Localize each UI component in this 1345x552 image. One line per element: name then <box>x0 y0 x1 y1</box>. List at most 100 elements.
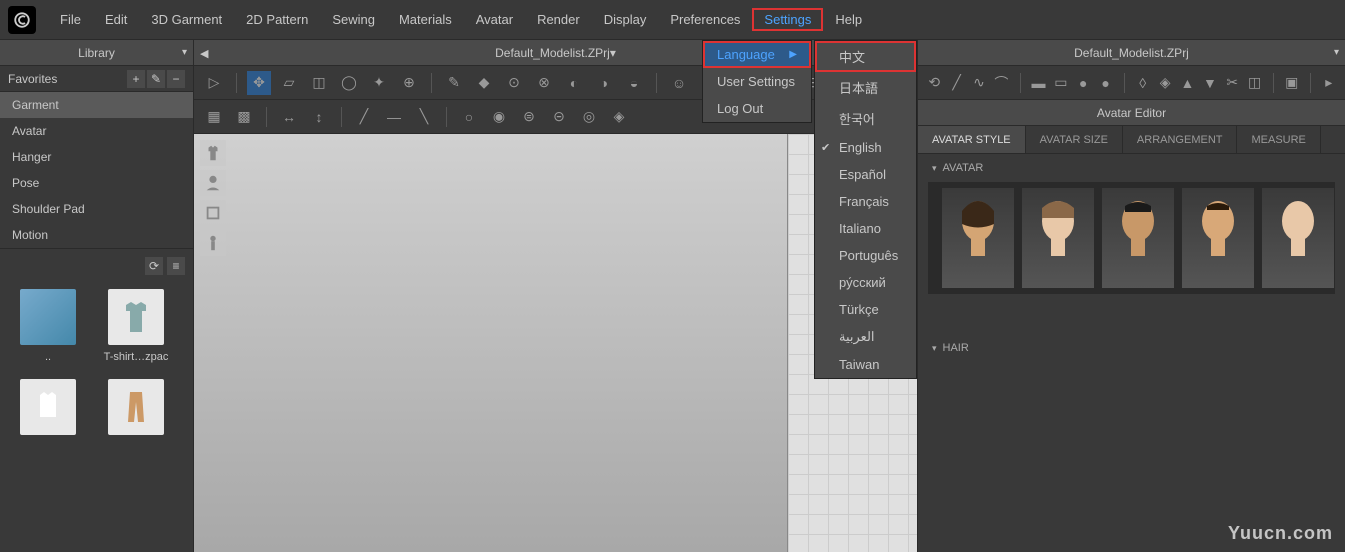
add-point-icon[interactable]: ◆ <box>472 71 496 95</box>
fav-motion[interactable]: Motion <box>0 222 193 248</box>
remove-favorite-button[interactable]: − <box>167 70 185 88</box>
tab-measure[interactable]: MEASURE <box>1237 126 1320 153</box>
lang-italian[interactable]: Italiano <box>815 215 916 242</box>
avatar-display-icon[interactable]: ☺ <box>667 71 691 95</box>
fav-hanger[interactable]: Hanger <box>0 144 193 170</box>
menu-render[interactable]: Render <box>525 8 592 31</box>
edit-point-icon[interactable]: ✎ <box>442 71 466 95</box>
chevron-down-icon[interactable]: ▾ <box>182 47 187 58</box>
menu-help[interactable]: Help <box>823 8 874 31</box>
list-view-button[interactable]: ≡ <box>167 257 185 275</box>
box-select-icon[interactable]: ◫ <box>307 71 331 95</box>
avatar-preset-5[interactable] <box>1262 188 1334 288</box>
menu-avatar[interactable]: Avatar <box>464 8 525 31</box>
fav-avatar[interactable]: Avatar <box>0 118 193 144</box>
texture-thick-icon[interactable]: ▩ <box>232 105 256 129</box>
line-3-icon[interactable]: ╲ <box>412 105 436 129</box>
attach-icon[interactable]: ⊗ <box>532 71 556 95</box>
flatten-icon[interactable]: ↕ <box>307 105 331 129</box>
lang-english[interactable]: ✔English <box>815 134 916 161</box>
menu-3d-garment[interactable]: 3D Garment <box>139 8 234 31</box>
collapse-icon[interactable]: ↔ <box>277 105 301 129</box>
lang-japanese[interactable]: 日本語 <box>815 72 916 103</box>
tab-avatar-style[interactable]: AVATAR STYLE <box>918 126 1026 153</box>
lang-korean[interactable]: 한국어 <box>815 103 916 134</box>
show-bones-icon[interactable] <box>200 230 226 256</box>
texture-surface-icon[interactable]: ▦ <box>202 105 226 129</box>
show-internal-icon[interactable] <box>200 200 226 226</box>
rt-point-icon[interactable]: ◊ <box>1135 71 1151 95</box>
lang-french[interactable]: Français <box>815 188 916 215</box>
tack-icon[interactable]: ⊙ <box>502 71 526 95</box>
rt-folder-icon[interactable]: ▬ <box>1030 71 1046 95</box>
steam-icon[interactable]: ◒ <box>622 71 646 95</box>
rt-arc-icon[interactable]: ⌒ <box>993 71 1009 95</box>
edit-favorite-button[interactable]: ✎ <box>147 70 165 88</box>
fav-shoulder-pad[interactable]: Shoulder Pad <box>0 196 193 222</box>
section-hair[interactable]: HAIR <box>918 334 1345 362</box>
thumb-tshirt[interactable]: T-shirt…zpac <box>100 289 172 363</box>
fav-pose[interactable]: Pose <box>0 170 193 196</box>
rt-circle1-icon[interactable]: ● <box>1075 71 1091 95</box>
viewport-3d[interactable] <box>194 134 787 552</box>
section-avatar[interactable]: AVATAR <box>918 154 1345 182</box>
topstitch-icon[interactable]: ⊝ <box>547 105 571 129</box>
menu-preferences[interactable]: Preferences <box>658 8 752 31</box>
rt-notch-icon[interactable]: ▲ <box>1179 71 1195 95</box>
button-tool-icon[interactable]: ○ <box>457 105 481 129</box>
thumb-folder-up[interactable]: .. <box>12 289 84 363</box>
line-1-icon[interactable]: ╱ <box>352 105 376 129</box>
rt-sync-icon[interactable]: ⟲ <box>926 71 942 95</box>
thumb-pants[interactable] <box>100 379 172 441</box>
rt-more-icon[interactable]: ▸ <box>1321 71 1337 95</box>
refresh-button[interactable]: ⟳ <box>145 257 163 275</box>
menu-materials[interactable]: Materials <box>387 8 464 31</box>
back-icon[interactable]: ◀ <box>200 48 208 60</box>
settings-user-settings[interactable]: User Settings <box>703 68 811 95</box>
chevron-down-icon[interactable]: ▾ <box>1334 47 1339 58</box>
app-logo[interactable] <box>8 6 36 34</box>
tab-avatar-size[interactable]: AVATAR SIZE <box>1026 126 1123 153</box>
rt-snapshot-icon[interactable]: ▣ <box>1284 71 1300 95</box>
lang-arabic[interactable]: العربية <box>815 323 916 351</box>
rt-trace-icon[interactable]: ◫ <box>1246 71 1262 95</box>
rt-curve-icon[interactable]: ∿ <box>971 71 987 95</box>
fold-icon[interactable]: ◐ <box>562 71 586 95</box>
menu-settings[interactable]: Settings <box>752 8 823 31</box>
settings-log-out[interactable]: Log Out <box>703 95 811 122</box>
piping-icon[interactable]: ◎ <box>577 105 601 129</box>
rt-dart-icon[interactable]: ◈ <box>1157 71 1173 95</box>
pin-icon[interactable]: ✦ <box>367 71 391 95</box>
show-avatar-icon[interactable] <box>200 170 226 196</box>
gizmo-icon[interactable]: ⊕ <box>397 71 421 95</box>
rt-cut-icon[interactable]: ✂ <box>1224 71 1240 95</box>
rt-rect-icon[interactable]: ▭ <box>1053 71 1069 95</box>
menu-sewing[interactable]: Sewing <box>320 8 387 31</box>
lang-turkish[interactable]: Türkçe <box>815 296 916 323</box>
avatar-preset-1[interactable] <box>942 188 1014 288</box>
zipper-icon[interactable]: ⊜ <box>517 105 541 129</box>
thumb-top[interactable] <box>12 379 84 441</box>
rt-line-icon[interactable]: ╱ <box>948 71 964 95</box>
lang-russian[interactable]: ру́сский <box>815 269 916 296</box>
lang-chinese[interactable]: 中文 <box>815 41 916 72</box>
menu-display[interactable]: Display <box>592 8 659 31</box>
menu-file[interactable]: File <box>48 8 93 31</box>
lasso-icon[interactable]: ◯ <box>337 71 361 95</box>
smooth-icon[interactable]: ◑ <box>592 71 616 95</box>
settings-language[interactable]: Language ▶ <box>703 41 811 68</box>
line-2-icon[interactable]: — <box>382 105 406 129</box>
rt-seam-icon[interactable]: ▼ <box>1202 71 1218 95</box>
select-mesh-icon[interactable]: ▱ <box>277 71 301 95</box>
lang-spanish[interactable]: Español <box>815 161 916 188</box>
rt-circle2-icon[interactable]: ● <box>1097 71 1113 95</box>
menu-2d-pattern[interactable]: 2D Pattern <box>234 8 320 31</box>
select-move-icon[interactable]: ✥ <box>247 71 271 95</box>
add-favorite-button[interactable]: + <box>127 70 145 88</box>
tab-arrangement[interactable]: ARRANGEMENT <box>1123 126 1238 153</box>
fav-garment[interactable]: Garment <box>0 92 193 118</box>
chevron-down-icon[interactable]: ▾ <box>610 46 616 60</box>
avatar-preset-4[interactable] <box>1182 188 1254 288</box>
avatar-preset-3[interactable] <box>1102 188 1174 288</box>
simulate-icon[interactable]: ▷ <box>202 71 226 95</box>
